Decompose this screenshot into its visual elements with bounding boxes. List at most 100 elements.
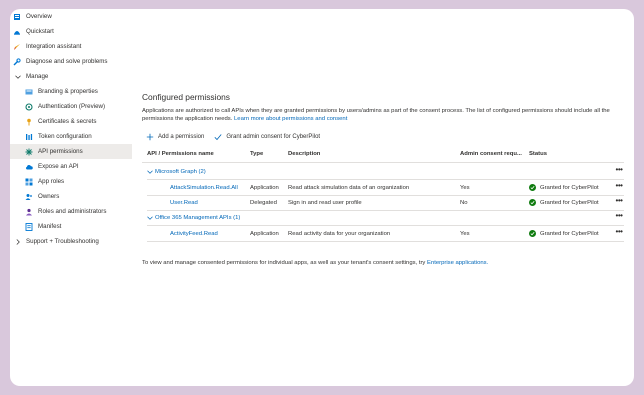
- page-description: Applications are authorized to call APIs…: [142, 108, 610, 122]
- enterprise-applications-link[interactable]: Enterprise applications.: [427, 260, 488, 266]
- sidebar-item-label: App roles: [38, 178, 65, 185]
- sidebar-item-label: Overview: [26, 13, 52, 20]
- more-options-icon[interactable]: •••: [614, 164, 624, 179]
- column-header-admin-consent[interactable]: Admin consent requ...: [460, 151, 522, 157]
- sidebar-item-label: Certificates & secrets: [38, 118, 97, 125]
- permission-type: Application: [250, 230, 279, 237]
- sidebar-item-certificates[interactable]: Certificates & secrets: [10, 114, 132, 129]
- sidebar-item-label: Owners: [38, 193, 60, 200]
- permission-type: Application: [250, 184, 279, 191]
- sidebar-item-overview[interactable]: Overview: [10, 9, 132, 24]
- plus-icon: [146, 133, 154, 141]
- owners-icon: [25, 193, 33, 201]
- admin-consent-value: Yes: [460, 230, 470, 237]
- sidebar-item-manifest[interactable]: Manifest: [10, 219, 132, 234]
- sidebar-item-label: Support + Troubleshooting: [26, 238, 99, 245]
- column-header-api[interactable]: API / Permissions name: [147, 151, 214, 157]
- key-icon: [25, 118, 33, 126]
- sidebar-item-token-configuration[interactable]: Token configuration: [10, 129, 132, 144]
- branding-icon: [25, 88, 33, 96]
- sidebar-item-label: Authentication (Preview): [38, 103, 106, 110]
- permission-description: Read attack simulation data of an organi…: [288, 184, 410, 191]
- main-content: Configured permissions Applications are …: [142, 9, 634, 386]
- status-badge: Granted for CyberPilot: [529, 230, 599, 237]
- grant-admin-consent-button[interactable]: Grant admin consent for CyberPilot: [214, 133, 320, 141]
- add-permission-button[interactable]: Add a permission: [146, 133, 204, 141]
- more-options-icon[interactable]: •••: [614, 226, 624, 241]
- permission-description: Sign in and read user profile: [288, 199, 362, 206]
- sidebar-item-label: Roles and administrators: [38, 208, 107, 215]
- app-window: Overview Quickstart Integration assistan…: [10, 9, 634, 386]
- learn-more-link[interactable]: Learn more about permissions and consent: [234, 116, 347, 122]
- status-badge: Granted for CyberPilot: [529, 199, 599, 206]
- overview-icon: [13, 13, 21, 21]
- divider: [142, 162, 624, 163]
- sidebar-group-manage[interactable]: Manage: [10, 69, 132, 84]
- table-row: ActivityFeed.Read Application Read activ…: [142, 226, 624, 241]
- admin-consent-value: No: [460, 199, 468, 206]
- permission-name-link[interactable]: User.Read: [170, 195, 198, 210]
- sidebar-item-label: Token configuration: [38, 133, 92, 140]
- cloud-icon: [25, 163, 33, 171]
- roles-icon: [25, 208, 33, 216]
- sidebar-item-diagnose[interactable]: Diagnose and solve problems: [10, 54, 132, 69]
- authentication-icon: [25, 102, 33, 111]
- sidebar: Overview Quickstart Integration assistan…: [10, 9, 132, 386]
- sidebar-item-label: Diagnose and solve problems: [26, 58, 108, 65]
- group-name: Microsoft Graph (2): [155, 168, 206, 175]
- sidebar-item-owners[interactable]: Owners: [10, 189, 132, 204]
- chevron-right-icon: [15, 238, 21, 245]
- sidebar-item-integration-assistant[interactable]: Integration assistant: [10, 39, 132, 54]
- permission-name-link[interactable]: ActivityFeed.Read: [170, 226, 218, 241]
- app-roles-icon: [25, 178, 33, 186]
- chevron-down-icon: [147, 170, 153, 174]
- sidebar-item-branding[interactable]: Branding & properties: [10, 84, 132, 99]
- sidebar-item-api-permissions[interactable]: API permissions: [10, 144, 132, 159]
- status-badge: Granted for CyberPilot: [529, 184, 599, 191]
- sidebar-item-app-roles[interactable]: App roles: [10, 174, 132, 189]
- chevron-down-icon: [147, 216, 153, 220]
- sidebar-item-roles-administrators[interactable]: Roles and administrators: [10, 204, 132, 219]
- permission-description: Read activity data for your organization: [288, 230, 391, 237]
- more-options-icon[interactable]: •••: [614, 180, 624, 195]
- table-row: AttackSimulation.Read.All Application Re…: [142, 180, 624, 195]
- more-options-icon[interactable]: •••: [614, 195, 624, 210]
- toolbar: Add a permission Grant admin consent for…: [146, 133, 330, 141]
- group-name: Office 365 Management APIs (1): [155, 214, 241, 221]
- sidebar-item-label: Manifest: [38, 223, 62, 230]
- chevron-down-icon: [15, 74, 21, 80]
- table-row: User.Read Delegated Sign in and read use…: [142, 195, 624, 210]
- sidebar-item-expose-api[interactable]: Expose an API: [10, 159, 132, 174]
- check-circle-icon: [529, 230, 536, 237]
- check-circle-icon: [529, 184, 536, 191]
- permission-name-link[interactable]: AttackSimulation.Read.All: [170, 180, 238, 195]
- api-permissions-icon: [25, 148, 33, 156]
- sidebar-item-label: Quickstart: [26, 28, 54, 35]
- check-circle-icon: [529, 199, 536, 206]
- column-header-type[interactable]: Type: [250, 151, 263, 157]
- divider: [147, 241, 624, 242]
- manifest-icon: [25, 222, 33, 231]
- footer-note: To view and manage consented permissions…: [142, 260, 489, 266]
- sidebar-group-support[interactable]: Support + Troubleshooting: [10, 234, 132, 249]
- permission-type: Delegated: [250, 199, 277, 206]
- token-icon: [25, 133, 33, 141]
- sidebar-item-label: Manage: [26, 73, 49, 80]
- sidebar-item-label: Branding & properties: [38, 88, 98, 95]
- wrench-icon: [13, 57, 21, 66]
- sidebar-item-label: Expose an API: [38, 163, 79, 170]
- table-group-row[interactable]: Microsoft Graph (2) •••: [142, 164, 624, 179]
- quickstart-icon: [13, 28, 21, 36]
- sidebar-item-authentication[interactable]: Authentication (Preview): [10, 99, 132, 114]
- rocket-icon: [13, 43, 21, 51]
- more-options-icon[interactable]: •••: [614, 210, 624, 225]
- admin-consent-value: Yes: [460, 184, 470, 191]
- page-title: Configured permissions: [142, 92, 230, 102]
- table-group-row[interactable]: Office 365 Management APIs (1) •••: [142, 210, 624, 225]
- column-header-description[interactable]: Description: [288, 151, 320, 157]
- column-header-status[interactable]: Status: [529, 151, 547, 157]
- sidebar-item-label: API permissions: [38, 148, 83, 155]
- sidebar-item-quickstart[interactable]: Quickstart: [10, 24, 132, 39]
- sidebar-item-label: Integration assistant: [26, 43, 82, 50]
- checkmark-icon: [214, 134, 222, 141]
